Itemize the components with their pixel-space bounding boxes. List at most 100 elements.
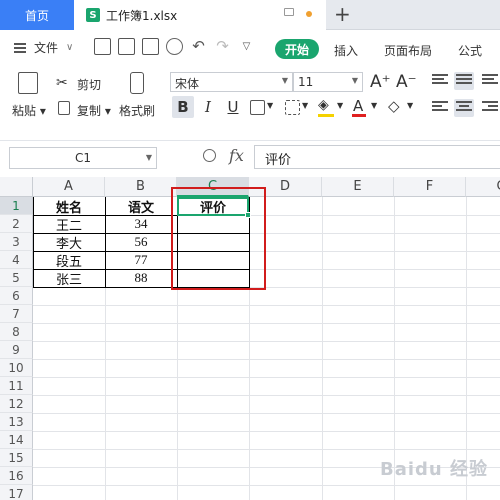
- column-header-e[interactable]: E: [322, 177, 394, 197]
- row-header-8[interactable]: 8: [0, 323, 33, 341]
- align-center-icon[interactable]: [454, 99, 474, 117]
- font-shrink-icon[interactable]: A⁻: [396, 72, 417, 92]
- chevron-down-icon[interactable]: ▼: [302, 101, 308, 110]
- paste-button[interactable]: 粘贴 ▾: [12, 102, 46, 119]
- gridline: [33, 413, 500, 414]
- row-header-10[interactable]: 10: [0, 359, 33, 377]
- align-left-icon[interactable]: [432, 101, 448, 115]
- worksheet-grid[interactable]: A B C D E F G 1 2 3 4 5 6 7 8 9 10 11 12…: [0, 177, 500, 500]
- undo-icon[interactable]: ↶: [190, 38, 207, 55]
- tab-home[interactable]: 首页: [0, 0, 74, 30]
- align-top-icon[interactable]: [432, 74, 448, 88]
- column-header-g[interactable]: G: [466, 177, 500, 197]
- monitor-icon[interactable]: [284, 8, 294, 16]
- row-header-17[interactable]: 17: [0, 485, 33, 500]
- name-box[interactable]: C1 ▼: [9, 147, 157, 169]
- fx-icon[interactable]: fx: [229, 146, 244, 165]
- select-all-corner[interactable]: [0, 177, 33, 197]
- row-header-5[interactable]: 5: [0, 269, 33, 287]
- row-header-2[interactable]: 2: [0, 215, 33, 233]
- cut-button[interactable]: 剪切: [77, 76, 101, 93]
- align-bottom-icon[interactable]: [482, 74, 498, 88]
- tab-workbook-label: 工作簿1.xlsx: [106, 8, 178, 23]
- font-color-icon[interactable]: A: [353, 97, 363, 115]
- spreadsheet-file-icon: S: [86, 8, 100, 22]
- format-painter-icon[interactable]: [130, 72, 144, 94]
- bold-button[interactable]: B: [172, 96, 194, 118]
- align-right-icon[interactable]: [482, 101, 498, 115]
- new-tab-button[interactable]: +: [334, 2, 351, 26]
- print-preview-icon[interactable]: [166, 38, 183, 55]
- customize-dropdown-icon[interactable]: ▽: [238, 38, 255, 55]
- column-header-b[interactable]: B: [105, 177, 177, 197]
- tab-formula[interactable]: 公式: [458, 42, 482, 59]
- cell-b2[interactable]: 34: [105, 215, 177, 233]
- chevron-down-icon[interactable]: ▼: [267, 101, 273, 110]
- name-box-value: C1: [74, 151, 91, 165]
- cell-a2[interactable]: 王二: [33, 215, 105, 234]
- row-header-1[interactable]: 1: [0, 197, 33, 215]
- row-header-12[interactable]: 12: [0, 395, 33, 413]
- redo-icon[interactable]: ↷: [214, 38, 231, 55]
- scissors-icon[interactable]: ✂: [56, 75, 68, 91]
- row-header-11[interactable]: 11: [0, 377, 33, 395]
- column-header-f[interactable]: F: [394, 177, 466, 197]
- print-icon[interactable]: [142, 38, 159, 55]
- font-color-swatch: [352, 114, 366, 117]
- cell-a4[interactable]: 段五: [33, 251, 105, 270]
- format-painter-button[interactable]: 格式刷: [119, 102, 155, 119]
- formula-input[interactable]: 评价: [254, 145, 500, 169]
- italic-button[interactable]: I: [200, 96, 216, 118]
- row-header-3[interactable]: 3: [0, 233, 33, 251]
- row-header-4[interactable]: 4: [0, 251, 33, 269]
- align-middle-icon[interactable]: [454, 72, 474, 90]
- row-header-7[interactable]: 7: [0, 305, 33, 323]
- copy-label: 复制: [77, 104, 102, 118]
- table-border: [105, 197, 106, 288]
- export-icon[interactable]: [118, 38, 135, 55]
- font-size-select[interactable]: 11 ▼: [293, 72, 363, 92]
- gridline: [33, 449, 500, 450]
- gridline: [33, 323, 500, 324]
- font-name-select[interactable]: 宋体 ▼: [170, 72, 293, 92]
- paste-label: 粘贴: [12, 104, 37, 118]
- tab-page-layout[interactable]: 页面布局: [384, 42, 432, 59]
- chevron-down-icon[interactable]: ▼: [337, 101, 343, 110]
- cell-a5[interactable]: 张三: [33, 269, 105, 288]
- eraser-icon[interactable]: ◇: [388, 97, 400, 115]
- copy-icon[interactable]: [58, 101, 70, 115]
- row-header-9[interactable]: 9: [0, 341, 33, 359]
- chevron-down-icon[interactable]: ▼: [407, 101, 413, 110]
- tab-start[interactable]: 开始: [275, 39, 319, 59]
- cell-b5[interactable]: 88: [105, 269, 177, 287]
- cell-b3[interactable]: 56: [105, 233, 177, 251]
- cell-a3[interactable]: 李大: [33, 233, 105, 252]
- fill-color-swatch: [318, 114, 334, 117]
- table-border: [33, 197, 34, 288]
- tab-insert[interactable]: 插入: [334, 42, 358, 59]
- chevron-down-icon[interactable]: ▼: [371, 101, 377, 110]
- row-header-14[interactable]: 14: [0, 431, 33, 449]
- copy-button[interactable]: 复制 ▾: [77, 102, 111, 119]
- save-icon[interactable]: [94, 38, 111, 55]
- font-grow-icon[interactable]: A⁺: [370, 72, 391, 92]
- watermark-text: Baidu 经验: [380, 459, 489, 480]
- zoom-search-icon[interactable]: [203, 149, 216, 162]
- column-header-a[interactable]: A: [33, 177, 105, 197]
- fill-color-icon[interactable]: ◈: [318, 97, 329, 113]
- fill-pattern-icon[interactable]: [285, 100, 300, 115]
- chevron-down-icon: ▼: [351, 76, 358, 85]
- cell-a1[interactable]: 姓名: [33, 197, 105, 216]
- row-header-15[interactable]: 15: [0, 449, 33, 467]
- row-header-16[interactable]: 16: [0, 467, 33, 485]
- spreadsheet-app: { "tabs": {"home": "首页", "file": "工作簿1.x…: [0, 0, 500, 500]
- underline-button[interactable]: U: [224, 96, 242, 118]
- row-header-13[interactable]: 13: [0, 413, 33, 431]
- cell-b4[interactable]: 77: [105, 251, 177, 269]
- border-icon[interactable]: [250, 100, 265, 115]
- gridline: [33, 431, 500, 432]
- paste-icon[interactable]: [18, 72, 38, 94]
- cell-b1[interactable]: 语文: [105, 197, 177, 216]
- row-header-6[interactable]: 6: [0, 287, 33, 305]
- file-menu[interactable]: 文件 ∨: [14, 39, 73, 56]
